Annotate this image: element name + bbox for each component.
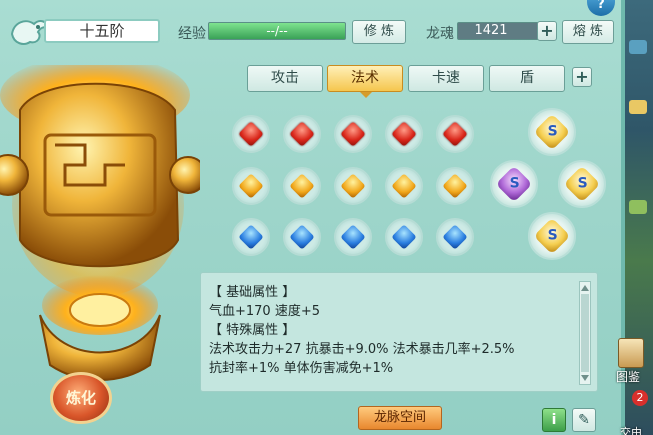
attribute-info-panel: 【 基础属性 】 气血+170 速度+5 【 特殊属性 】 法术攻击力+27 抗… [200,272,598,392]
scroll-up-arrow-icon[interactable] [581,285,589,291]
blue-gem-icon [442,224,468,250]
blue-gem-icon [391,224,417,250]
core-gem-slot[interactable]: S [490,160,538,208]
tab-attack[interactable]: 攻击 [247,65,323,92]
red-gem-icon [289,121,315,147]
exp-label: 经验 [178,26,206,42]
gold-gem-icon [238,173,264,199]
core-gem-slot[interactable]: S [558,160,606,208]
info-line: 法术攻击力+27 抗暴击+9.0% 法术暴击几率+2.5% [209,342,515,357]
soul-value: 1421 [474,23,508,38]
gem-slot-gold[interactable] [334,167,372,205]
cultivate-button[interactable]: 修 炼 [352,20,406,44]
info-line: 抗封率+1% 单体伤害减免+1% [209,361,394,376]
gem-slot-blue[interactable] [385,218,423,256]
scroll-down-arrow-icon[interactable] [581,375,589,381]
gem-slot-blue[interactable] [334,218,372,256]
soul-label: 龙魂 [426,26,454,42]
side-label: 交由 [620,426,642,435]
add-soul-button[interactable]: + [537,21,557,41]
active-tab-indicator [360,92,372,98]
gem-slot-gold[interactable] [283,167,321,205]
exp-bar: --/-- [208,22,346,40]
smelt-button[interactable]: 熔 炼 [562,20,614,44]
edit-icon[interactable]: ✎ [572,408,596,432]
blue-gem-icon [289,224,315,250]
notification-badge: 2 [632,390,648,406]
gem-slot-red[interactable] [334,115,372,153]
handbook-button[interactable]: 图鉴 [616,338,653,388]
refine-button[interactable]: 炼化 [50,372,112,424]
blue-gem-icon [238,224,264,250]
exp-value: --/-- [266,24,288,38]
gem-slot-blue[interactable] [283,218,321,256]
rank-label: 十五阶 [44,19,160,43]
tab-shield[interactable]: 盾 [489,65,565,92]
gem-slot-red[interactable] [283,115,321,153]
gold-gem-icon [391,173,417,199]
red-gem-icon [442,121,468,147]
info-button[interactable]: i [542,408,566,432]
core-purple-gem-icon: S [495,165,533,203]
world-decoration [629,40,647,54]
dragon-space-button[interactable]: 龙脉空间 [358,406,442,430]
core-gem-slot[interactable]: S [528,108,576,156]
world-decoration [629,200,647,214]
core-gold-gem-icon: S [533,217,571,255]
game-panel: ? 十五阶 经验 --/-- 修 炼 龙魂 1421 + 熔 炼 攻击 法术 卡… [0,0,653,435]
info-heading-basic: 【 基础属性 】 [209,285,296,300]
world-decoration [629,100,647,114]
info-scrollbar[interactable] [579,281,591,385]
info-line: 气血+170 速度+5 [209,304,321,319]
gem-slot-blue[interactable] [232,218,270,256]
blue-gem-icon [340,224,366,250]
gem-slot-red[interactable] [385,115,423,153]
core-gold-gem-icon: S [533,113,571,151]
gold-gem-icon [442,173,468,199]
scroll-thumb[interactable] [581,294,589,372]
red-gem-icon [238,121,264,147]
gem-slot-gold[interactable] [232,167,270,205]
soul-bar: 1421 [457,22,539,40]
gold-gem-icon [340,173,366,199]
gem-slot-red[interactable] [232,115,270,153]
core-gem-slot[interactable]: S [528,212,576,260]
gem-slot-red[interactable] [436,115,474,153]
gold-gem-icon [289,173,315,199]
gem-slot-gold[interactable] [385,167,423,205]
handbook-label: 图鉴 [616,370,641,384]
add-tab-button[interactable]: + [572,67,592,87]
gem-slot-gold[interactable] [436,167,474,205]
info-heading-special: 【 特殊属性 】 [209,323,296,338]
cauldron-artwork [0,65,200,381]
tab-speed[interactable]: 卡速 [408,65,484,92]
red-gem-icon [340,121,366,147]
tab-magic[interactable]: 法术 [327,65,403,92]
red-gem-icon [391,121,417,147]
gem-slot-blue[interactable] [436,218,474,256]
book-icon [618,338,644,368]
core-gold-gem-icon: S [563,165,601,203]
rank-badge: 十五阶 [8,14,160,46]
